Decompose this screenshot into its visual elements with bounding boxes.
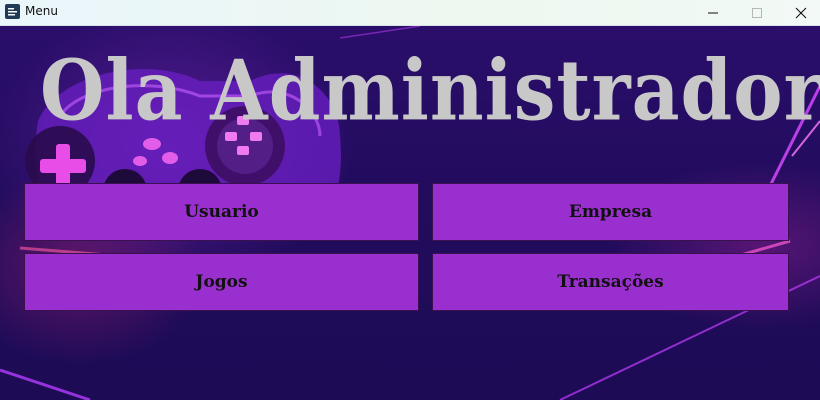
usuario-button[interactable]: Usuario: [24, 183, 419, 241]
menu-canvas: Ola Administrador! Usuario Empresa Jogos…: [0, 26, 820, 400]
close-icon: [795, 7, 807, 19]
app-icon: [5, 4, 20, 19]
welcome-headline: Ola Administrador!: [40, 43, 820, 140]
empresa-button[interactable]: Empresa: [432, 183, 789, 241]
transacoes-button[interactable]: Transações: [432, 253, 789, 311]
window-title: Menu: [25, 4, 58, 18]
jogos-button[interactable]: Jogos: [24, 253, 419, 311]
maximize-icon: [752, 8, 762, 18]
title-bar: Menu: [0, 0, 820, 26]
minimize-icon: [708, 12, 718, 14]
minimize-button[interactable]: [690, 0, 736, 26]
close-button[interactable]: [778, 0, 820, 26]
maximize-button[interactable]: [734, 0, 780, 26]
